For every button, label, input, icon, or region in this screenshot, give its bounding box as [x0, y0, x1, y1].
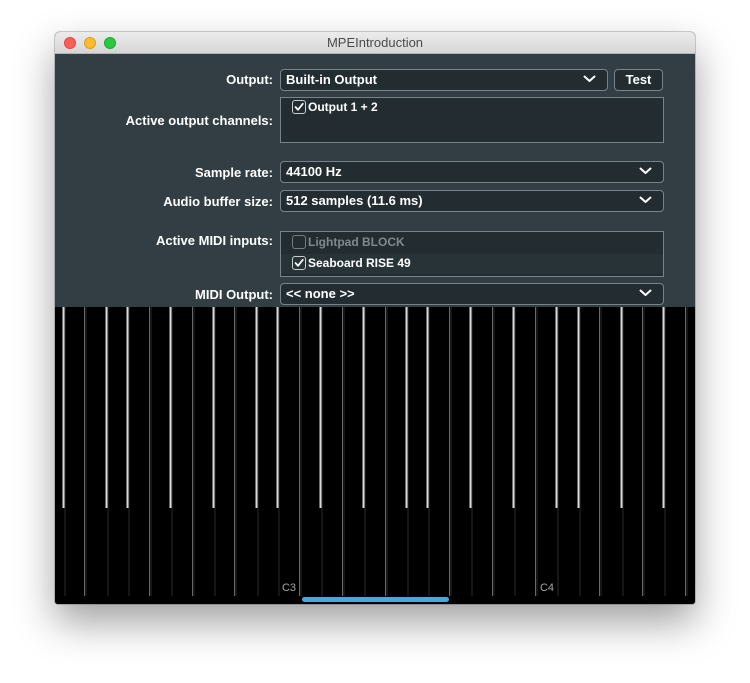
chevron-down-icon	[583, 75, 596, 82]
midi-inputs-label: Active MIDI inputs:	[155, 233, 273, 248]
midi-input-label: Lightpad BLOCK	[308, 235, 405, 249]
output-device-select[interactable]: Built-in Output	[280, 69, 608, 91]
output-label: Output:	[226, 72, 273, 87]
midi-inputs-list[interactable]: Lightpad BLOCK Seaboard RISE 49	[280, 231, 664, 277]
output-device-value: Built-in Output	[286, 72, 377, 87]
chevron-down-icon	[639, 167, 652, 174]
checkbox-lightpad-block[interactable]	[292, 235, 306, 249]
midi-keyboard[interactable]: C3 C4	[55, 307, 695, 604]
midi-output-select[interactable]: << none >>	[280, 283, 664, 305]
buffer-size-select[interactable]: 512 samples (11.6 ms)	[280, 190, 664, 212]
list-item-output-1-2[interactable]: Output 1 + 2	[281, 98, 663, 118]
output-channel-label: Output 1 + 2	[308, 100, 378, 114]
list-item-seaboard-rise[interactable]: Seaboard RISE 49	[281, 254, 663, 274]
midi-output-label: MIDI Output:	[195, 287, 273, 302]
app-window: MPEIntroduction Output: Built-in Output …	[55, 32, 695, 604]
active-output-channels-list[interactable]: Output 1 + 2	[280, 97, 664, 143]
buffer-size-value: 512 samples (11.6 ms)	[286, 193, 423, 208]
keyboard-scrollbar-thumb[interactable]	[302, 597, 449, 602]
sample-rate-select[interactable]: 44100 Hz	[280, 161, 664, 183]
checkmark-icon	[294, 102, 304, 111]
checkbox-output-1-2[interactable]	[292, 100, 306, 114]
midi-input-label: Seaboard RISE 49	[308, 256, 411, 270]
checkbox-seaboard-rise[interactable]	[292, 256, 306, 270]
window-title: MPEIntroduction	[326, 35, 424, 50]
chevron-down-icon	[639, 289, 652, 296]
octave-label-c3: C3	[281, 582, 297, 594]
keyboard-keys[interactable]	[55, 307, 695, 604]
checkmark-icon	[294, 258, 304, 267]
test-button[interactable]: Test	[614, 69, 663, 91]
title-bar: MPEIntroduction	[55, 32, 695, 54]
sample-rate-value: 44100 Hz	[286, 164, 342, 179]
chevron-down-icon	[639, 196, 652, 203]
sample-rate-label: Sample rate:	[194, 165, 273, 180]
buffer-size-label: Audio buffer size:	[163, 194, 273, 209]
midi-output-value: << none >>	[286, 286, 355, 301]
active-output-channels-label: Active output channels:	[125, 113, 273, 128]
list-item-lightpad-block[interactable]: Lightpad BLOCK	[281, 233, 663, 253]
octave-label-c4: C4	[539, 582, 555, 594]
